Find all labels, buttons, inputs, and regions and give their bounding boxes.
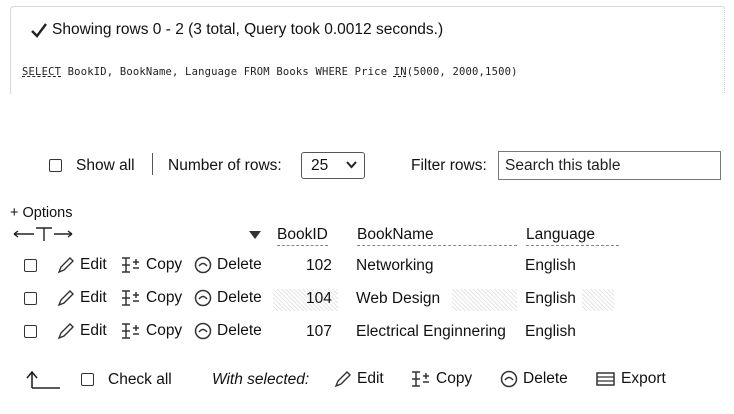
bulk-edit-label: Edit (357, 370, 384, 387)
row-checkbox[interactable] (24, 259, 37, 272)
cell-bookid: 104 (306, 290, 332, 307)
export-button[interactable]: Export (595, 370, 666, 388)
column-header-language[interactable]: Language (526, 226, 619, 246)
delete-icon (194, 256, 212, 274)
row-copy-link[interactable]: Copy (120, 322, 182, 340)
copy-label: Copy (146, 322, 183, 339)
delete-label: Delete (217, 322, 262, 339)
row-delete-link[interactable]: Delete (194, 322, 262, 340)
row-edit-link[interactable]: Edit (56, 322, 107, 340)
column-resize-icon[interactable] (12, 226, 74, 242)
copy-label: Copy (146, 256, 183, 273)
number-of-rows-select[interactable]: 25 (301, 152, 365, 179)
arrow-up-icon (26, 370, 60, 389)
bulk-edit-button[interactable]: Edit (333, 370, 384, 388)
delete-label: Delete (217, 289, 262, 306)
edit-label: Edit (80, 322, 107, 339)
search-input[interactable] (498, 151, 721, 180)
sql-query-end: (5000, 2000,1500) (406, 66, 518, 78)
bulk-copy-label: Copy (436, 370, 473, 387)
query-result-box (10, 6, 725, 94)
cell-language: English (525, 323, 576, 340)
sql-query: SELECT BookID, BookName, Language FROM B… (22, 66, 518, 78)
success-message-text: Showing rows 0 - 2 (3 total, Query took … (52, 21, 444, 38)
check-all-label: Check all (108, 371, 172, 388)
column-header-bookname[interactable]: BookName (357, 226, 517, 246)
pencil-icon (57, 257, 74, 274)
bulk-delete-label: Delete (523, 370, 568, 387)
cell-bookid: 102 (306, 257, 332, 274)
row-edit-link[interactable]: Edit (56, 256, 107, 274)
number-of-rows-value: 25 (311, 156, 329, 174)
show-all-label: Show all (76, 157, 135, 174)
copy-icon (412, 371, 429, 387)
copy-label: Copy (146, 289, 183, 306)
row-delete-link[interactable]: Delete (194, 289, 262, 307)
cell-bookname: Web Design (356, 290, 441, 307)
pencil-icon (57, 323, 74, 340)
chevron-down-icon (346, 161, 357, 169)
cell-bookname: Networking (356, 257, 434, 274)
row-hover-shade (582, 289, 614, 311)
filter-rows-label: Filter rows: (411, 157, 487, 174)
sort-desc-icon[interactable] (248, 230, 262, 240)
cell-bookname: Electrical Enginnering (356, 323, 506, 340)
number-of-rows-label: Number of rows: (168, 157, 282, 174)
bulk-copy-button[interactable]: Copy (410, 370, 472, 388)
delete-icon (194, 289, 212, 307)
cell-bookid: 107 (306, 323, 332, 340)
row-checkbox[interactable] (24, 325, 37, 338)
pencil-icon (334, 371, 351, 388)
show-all-checkbox[interactable] (49, 159, 62, 172)
delete-icon (500, 370, 518, 388)
row-delete-link[interactable]: Delete (194, 256, 262, 274)
export-icon (596, 372, 615, 386)
pencil-icon (57, 290, 74, 307)
copy-icon (122, 323, 139, 339)
export-label: Export (621, 370, 666, 387)
check-icon (31, 23, 47, 38)
copy-icon (122, 257, 139, 273)
row-checkbox[interactable] (24, 292, 37, 305)
check-all-checkbox[interactable] (81, 373, 94, 386)
row-copy-link[interactable]: Copy (120, 256, 182, 274)
delete-icon (194, 322, 212, 340)
delete-label: Delete (217, 256, 262, 273)
divider (152, 153, 153, 175)
options-toggle[interactable]: + Options (10, 205, 72, 221)
with-selected-label: With selected: (212, 371, 310, 388)
success-message: Showing rows 0 - 2 (3 total, Query took … (30, 21, 443, 39)
copy-icon (122, 290, 139, 306)
row-edit-link[interactable]: Edit (56, 289, 107, 307)
column-header-bookid[interactable]: BookID (277, 226, 328, 246)
row-hover-shade (452, 289, 517, 311)
sql-query-mid: BookID, BookName, Language FROM Books WH… (61, 66, 394, 78)
edit-label: Edit (80, 256, 107, 273)
sql-keyword-in[interactable]: IN (394, 66, 407, 78)
sql-keyword-select[interactable]: SELECT (22, 66, 61, 78)
row-copy-link[interactable]: Copy (120, 289, 182, 307)
cell-language: English (525, 257, 576, 274)
cell-language: English (525, 290, 576, 307)
edit-label: Edit (80, 289, 107, 306)
bulk-delete-button[interactable]: Delete (500, 370, 568, 388)
